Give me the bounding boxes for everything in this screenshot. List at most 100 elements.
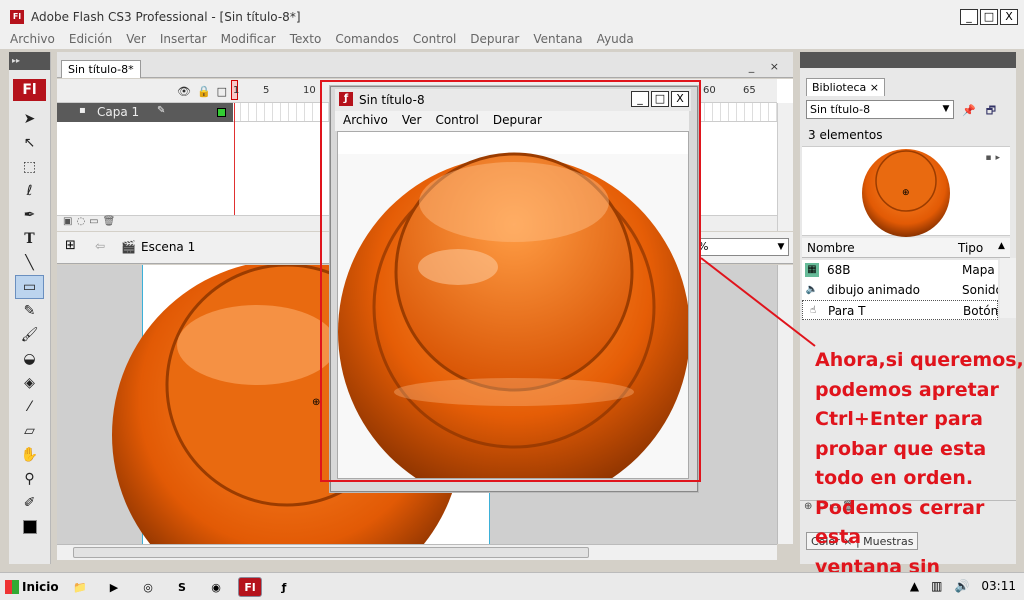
panel-grip[interactable]	[800, 52, 1016, 68]
lasso-tool-icon[interactable]: ℓ	[9, 179, 50, 203]
library-list-header: Nombre Tipo ▲	[802, 238, 1010, 258]
library-tab-bar: Biblioteca ×	[800, 74, 1016, 96]
scene-label: Escena 1	[141, 240, 196, 254]
timeline-scrollbar[interactable]	[777, 103, 793, 231]
stage-vertical-scrollbar[interactable]	[777, 265, 793, 544]
column-type[interactable]: Tipo	[958, 241, 983, 255]
menu-modificar[interactable]: Modificar	[221, 29, 276, 49]
menu-edicion[interactable]: Edición	[69, 29, 112, 49]
taskbar: Inicio 📁 ▶ ◎ S ◉ Fl ƒ ▲ ▥ 🔊 03:11	[0, 572, 1024, 600]
pencil-icon: ✎	[157, 105, 166, 116]
skype-taskbar-icon[interactable]: S	[170, 577, 194, 597]
menu-ayuda[interactable]: Ayuda	[597, 29, 634, 49]
chevron-down-icon: ▼	[942, 104, 950, 114]
menu-ventana[interactable]: Ventana	[533, 29, 582, 49]
layer-name: Capa 1	[97, 105, 140, 119]
chrome-taskbar-icon[interactable]: ◎	[136, 577, 160, 597]
flash-taskbar-icon[interactable]: Fl	[238, 577, 262, 597]
menu-ver[interactable]: Ver	[126, 29, 146, 49]
menu-archivo[interactable]: Archivo	[10, 29, 55, 49]
library-item[interactable]: 🔈 dibujo animado Sonido	[802, 280, 998, 300]
zoom-tool-icon[interactable]: ⚲	[9, 467, 50, 491]
menu-control[interactable]: Control	[413, 29, 456, 49]
line-tool-icon[interactable]: ╲	[9, 251, 50, 275]
sort-icon[interactable]: ▲	[998, 241, 1005, 251]
tray-expand-icon[interactable]: ▲	[910, 579, 919, 593]
panel-grip[interactable]: ▸▸	[9, 52, 50, 70]
layer-visibility-icons[interactable]: 👁🔒□	[177, 85, 233, 98]
scene-clapper-icon: 🎬	[121, 240, 136, 254]
eyedropper-tool-icon[interactable]: ⁄	[9, 395, 50, 419]
subselection-tool-icon[interactable]: ↖	[9, 131, 50, 155]
layer-color-swatch[interactable]	[217, 108, 226, 117]
menu-comandos[interactable]: Comandos	[335, 29, 399, 49]
system-tray: ▲ ▥ 🔊 03:11	[910, 579, 1016, 593]
library-pin-icons[interactable]: 📌🗗	[962, 102, 1006, 121]
library-item-type: Mapa	[962, 263, 995, 277]
windows-logo-icon	[5, 580, 19, 594]
column-name[interactable]: Nombre	[807, 241, 855, 255]
firefox-taskbar-icon[interactable]: ◉	[204, 577, 228, 597]
menu-texto[interactable]: Texto	[290, 29, 322, 49]
ruler-label: 60	[703, 85, 716, 96]
clock[interactable]: 03:11	[981, 579, 1016, 593]
start-label: Inicio	[22, 580, 59, 594]
menu-insertar[interactable]: Insertar	[160, 29, 207, 49]
ruler-label: 10	[303, 85, 316, 96]
flash-player-taskbar-icon[interactable]: ƒ	[272, 577, 296, 597]
library-document-select[interactable]: Sin título-8 ▼	[806, 100, 954, 119]
edit-scene-icon[interactable]: ⊞	[65, 238, 76, 253]
minimize-button[interactable]: _	[960, 9, 978, 25]
library-item-name: 68B	[827, 263, 851, 277]
svg-text:⊕: ⊕	[902, 188, 910, 198]
menu-bar: Archivo Edición Ver Insertar Modificar T…	[0, 29, 1024, 49]
library-item-count: 3 elementos	[808, 128, 883, 142]
ruler-label: 5	[263, 85, 270, 96]
explorer-taskbar-icon[interactable]: 📁	[68, 577, 92, 597]
fill-color-swatch-icon[interactable]	[9, 515, 50, 539]
flash-logo: Fl	[13, 79, 46, 101]
layer-row[interactable]: ▪ Capa 1 ✎	[57, 103, 233, 122]
rectangle-tool-icon[interactable]: ▭	[15, 275, 44, 299]
sound-icon: 🔈	[805, 284, 819, 295]
free-transform-tool-icon[interactable]: ⬚	[9, 155, 50, 179]
pen-tool-icon[interactable]: ✒	[9, 203, 50, 227]
menu-depurar[interactable]: Depurar	[470, 29, 519, 49]
close-button[interactable]: X	[1000, 9, 1018, 25]
selection-tool-icon[interactable]: ➤	[9, 107, 50, 131]
back-arrow-icon[interactable]: ⇦	[95, 239, 105, 253]
library-item-name: Para T	[828, 304, 866, 318]
volume-icon[interactable]: 🔊	[954, 579, 969, 593]
window-controls: _ □ X	[960, 9, 1018, 25]
library-item[interactable]: ▦ 68B Mapa	[802, 260, 998, 280]
library-tab[interactable]: Biblioteca ×	[806, 78, 886, 96]
library-tab-label: Biblioteca	[812, 81, 867, 94]
network-icon[interactable]: ▥	[931, 579, 942, 593]
library-item-type: Botón	[963, 304, 999, 318]
zoom-select[interactable]: % ▼	[693, 238, 789, 256]
ink-bottle-tool-icon[interactable]: ◒	[9, 347, 50, 371]
stroke-color-tool-icon[interactable]: ✐	[9, 491, 50, 515]
library-scrollbar[interactable]	[1000, 258, 1016, 318]
maximize-button[interactable]: □	[980, 9, 998, 25]
eraser-tool-icon[interactable]: ▱	[9, 419, 50, 443]
start-button[interactable]: Inicio	[2, 576, 59, 598]
pencil-tool-icon[interactable]: ✎	[9, 299, 50, 323]
text-tool-icon[interactable]: T	[9, 227, 50, 251]
title-bar: Fl Adobe Flash CS3 Professional - [Sin t…	[0, 0, 1024, 32]
tools-panel: ▸▸ Fl ➤ ↖ ⬚ ℓ ✒ T ╲ ▭ ✎ 🖌 ◒ ◈ ⁄ ▱ ✋ ⚲ ✐	[9, 52, 51, 564]
scrollbar-thumb[interactable]	[73, 547, 589, 558]
panel-window-controls[interactable]: _ ×	[749, 60, 785, 73]
paint-bucket-tool-icon[interactable]: ◈	[9, 371, 50, 395]
library-item[interactable]: ☝ Para T Botón	[802, 300, 998, 320]
hand-tool-icon[interactable]: ✋	[9, 443, 50, 467]
chevron-down-icon: ▼	[777, 242, 785, 252]
stage-horizontal-scrollbar[interactable]	[57, 544, 777, 560]
library-item-name: dibujo animado	[827, 283, 920, 297]
media-player-taskbar-icon[interactable]: ▶	[102, 577, 126, 597]
brush-tool-icon[interactable]: 🖌	[9, 323, 50, 347]
ruler-label: 1	[233, 85, 240, 96]
window-title: Adobe Flash CS3 Professional - [Sin títu…	[31, 10, 301, 24]
button-icon: ☝	[809, 305, 817, 316]
document-tab[interactable]: Sin título-8*	[61, 60, 141, 78]
